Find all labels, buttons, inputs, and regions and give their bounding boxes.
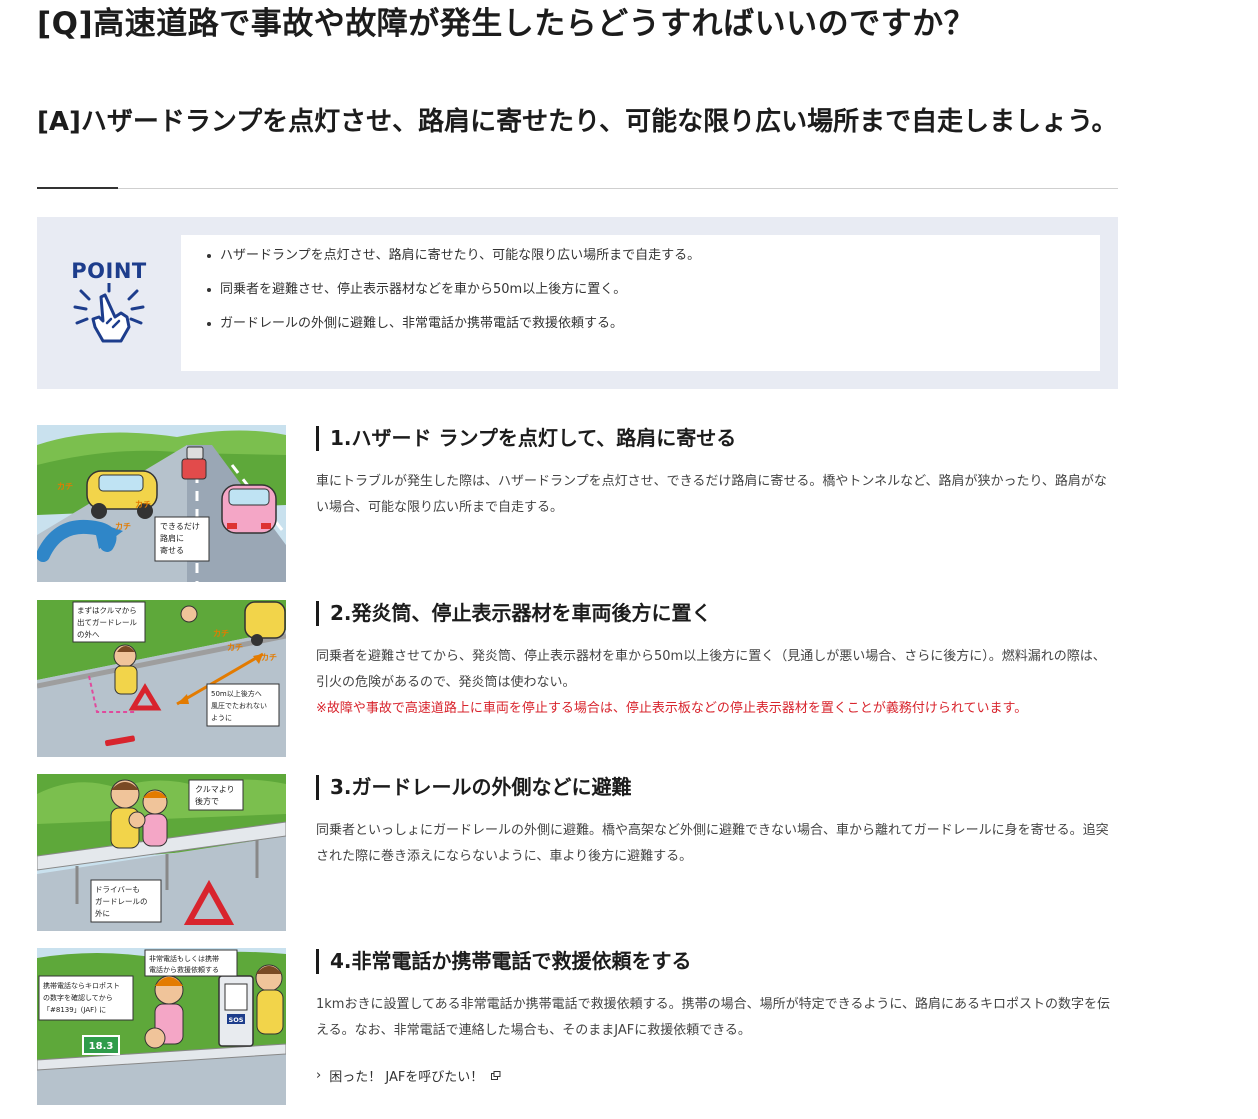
step-4-caption-line: 携帯電話ならキロポスト — [43, 981, 120, 990]
point-label: POINT — [71, 259, 147, 283]
step-4-caption-line: 非常電話もしくは携帯 — [149, 954, 219, 963]
step-1-caption-line: 寄せる — [160, 545, 184, 555]
call-jaf-link[interactable]: › 困った！ JAFを呼びたい！ — [316, 1066, 1118, 1085]
question-title: [Q]高速道路で事故や故障が発生したらどうすればいいのですか？ — [37, 6, 976, 42]
step-3-caption-line: クルマより — [195, 785, 235, 794]
step-2-caption-line: まずはクルマから — [77, 605, 137, 615]
step-4-body: 4.非常電話か携帯電話で救援依頼をする 1kmおきに設置してある非常電話か携帯電… — [316, 948, 1118, 1085]
step-2: カチ カチ カチ まずはクルマから 出てガードレール の外へ 50m以上後方へ … — [37, 600, 1118, 757]
step-4-heading: 4.非常電話か携帯電話で救援依頼をする — [316, 948, 1118, 974]
step-3-caption-line: 外に — [95, 908, 110, 918]
step-2-caption-line: ように — [211, 714, 232, 722]
external-link-icon — [491, 1071, 501, 1080]
step-2-caption-line: 風圧でたおれない — [211, 702, 267, 710]
point-list: ハザードランプを点灯させ、路肩に寄せたり、可能な限り広い場所まで自走する。 同乗… — [181, 235, 1100, 371]
step-1-heading: 1.ハザード ランプを点灯して、路肩に寄せる — [316, 425, 1118, 451]
step-1-body: 1.ハザード ランプを点灯して、路肩に寄せる 車にトラブルが発生した際は、ハザー… — [316, 425, 1118, 521]
step-2-text: 同乗者を避難させてから、発炎筒、停止表示器材を車から50m以上後方に置く（見通し… — [316, 649, 1106, 690]
kachi-label-c: カチ — [115, 522, 131, 531]
pointing-hand-icon — [73, 283, 145, 343]
step-1: カチ カチ カチ できるだけ 路肩に 寄せる 1.ハザード ランプを点灯して、路… — [37, 425, 1118, 582]
point-item: ハザードランプを点灯させ、路肩に寄せたり、可能な限り広い場所まで自走する。 — [193, 247, 1088, 264]
step-2-caption-line: 50m以上後方へ — [211, 689, 262, 698]
answer-title: [A]ハザードランプを点灯させ、路肩に寄せたり、可能な限り広い場所まで自走しまし… — [37, 107, 1118, 137]
step-3: クルマより 後方で ドライバーも ガードレールの 外に 3.ガードレールの外側な… — [37, 774, 1118, 931]
step-2-heading: 2.発炎筒、停止表示器材を車両後方に置く — [316, 600, 1118, 626]
answer-divider-accent — [37, 187, 118, 189]
step-2-illustration: カチ カチ カチ まずはクルマから 出てガードレール の外へ 50m以上後方へ … — [37, 600, 286, 757]
answer-divider — [37, 188, 1118, 189]
step-3-caption-line: 後方で — [195, 796, 219, 806]
step-4-caption-line: 「#8139」(JAF) に — [43, 1006, 106, 1014]
kachi-label-a: カチ — [57, 482, 73, 491]
step-2-body: 2.発炎筒、停止表示器材を車両後方に置く 同乗者を避難させてから、発炎筒、停止表… — [316, 600, 1118, 722]
step-3-illustration: クルマより 後方で ドライバーも ガードレールの 外に — [37, 774, 286, 931]
step-3-body: 3.ガードレールの外側などに避難 同乗者といっしょにガードレールの外側に避難。橋… — [316, 774, 1118, 870]
point-item: 同乗者を避難させ、停止表示器材などを車から50m以上後方に置く。 — [193, 281, 1088, 298]
step-4-illustration: SOS 18.3 非常電話もしくは携帯 電話から救援依頼する 携帯電話ならキロポ… — [37, 948, 286, 1105]
step-3-caption-line: ガードレールの — [95, 896, 148, 906]
sos-label: SOS — [229, 1016, 244, 1024]
kilopost-number: 18.3 — [89, 1041, 114, 1052]
kachi-label-a: カチ — [213, 629, 229, 638]
step-4-caption-line: 電話から救援依頼する — [149, 965, 219, 974]
step-3-heading: 3.ガードレールの外側などに避難 — [316, 774, 1118, 800]
point-item: ガードレールの外側に避難し、非常電話か携帯電話で救援依頼する。 — [193, 315, 1088, 332]
step-1-illustration: カチ カチ カチ できるだけ 路肩に 寄せる — [37, 425, 286, 582]
step-3-text: 同乗者といっしょにガードレールの外側に避難。橋や高架など外側に避難できない場合、… — [316, 823, 1109, 864]
step-1-text: 車にトラブルが発生した際は、ハザードランプを点灯させ、できるだけ路肩に寄せる。橋… — [316, 474, 1107, 515]
step-3-caption-line: ドライバーも — [95, 885, 140, 894]
step-2-caption-line: の外へ — [77, 629, 100, 639]
step-4-caption-line: の数字を確認してから — [43, 993, 113, 1002]
kachi-label-b: カチ — [227, 643, 243, 652]
step-1-caption-line: できるだけ — [160, 522, 200, 531]
call-jaf-link-label: 困った！ JAFを呼びたい！ — [329, 1070, 484, 1085]
step-2-note: ※故障や事故で高速道路上に車両を停止する場合は、停止表示板などの停止表示器材を置… — [316, 701, 1028, 716]
point-badge: POINT — [67, 259, 151, 349]
step-2-caption-line: 出てガードレール — [77, 617, 137, 627]
point-summary: POINT ハザードランプを点灯させ、路肩に寄せたり、可能な限り広い場所まで自走… — [37, 217, 1118, 389]
kachi-label-c: カチ — [261, 653, 277, 662]
kachi-label-b: カチ — [135, 500, 151, 509]
step-4-text: 1kmおきに設置してある非常電話か携帯電話で救援依頼する。携帯の場合、場所が特定… — [316, 997, 1111, 1038]
step-4: SOS 18.3 非常電話もしくは携帯 電話から救援依頼する 携帯電話ならキロポ… — [37, 948, 1118, 1105]
step-1-caption-line: 路肩に — [160, 533, 184, 543]
chevron-right-icon: › — [316, 1068, 322, 1083]
